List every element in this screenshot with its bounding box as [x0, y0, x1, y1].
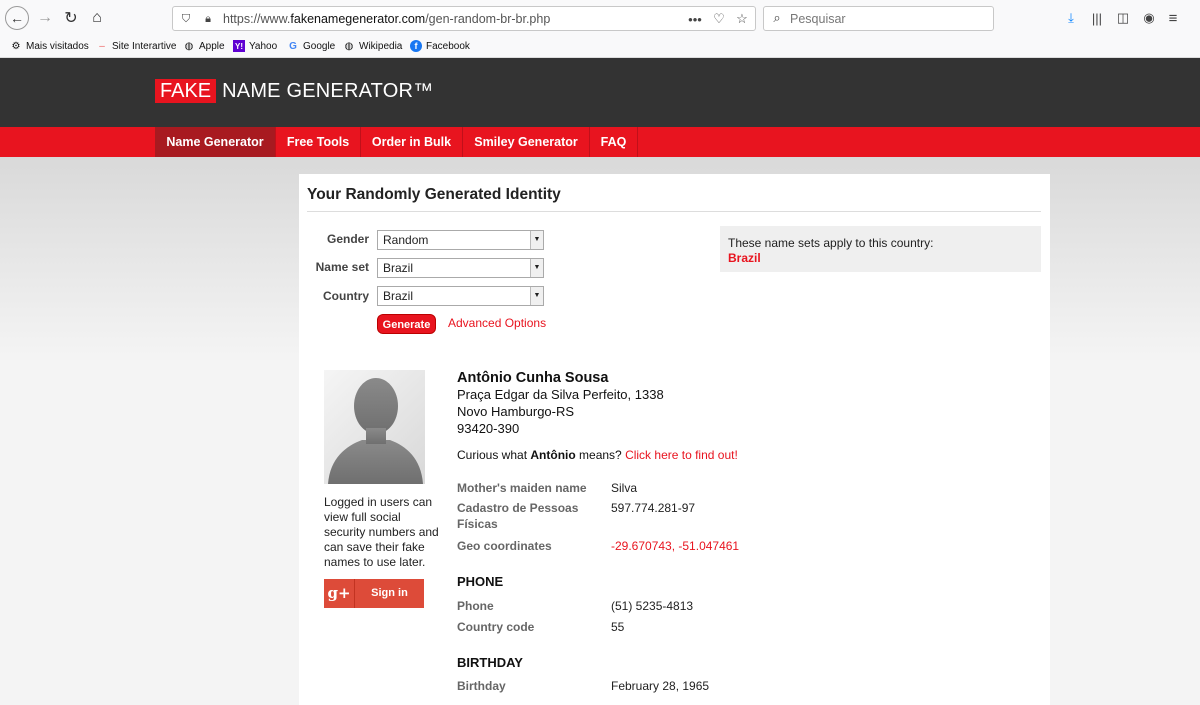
back-button[interactable]: ←	[5, 6, 29, 30]
country-code-label: Country code	[457, 620, 535, 634]
page-title: Your Randomly Generated Identity	[307, 186, 561, 203]
forward-button[interactable]: →	[33, 6, 57, 30]
chevron-down-icon: ▼	[530, 231, 543, 249]
bookmark-yahoo[interactable]: Y! Yahoo	[233, 40, 277, 52]
signin-label: Sign in	[371, 587, 408, 599]
login-note: Logged in users can view full social sec…	[324, 495, 439, 569]
bookmark-site-interartive[interactable]: – Site Interartive	[96, 40, 176, 52]
address-line-2: Novo Hamburgo-RS	[457, 404, 575, 419]
nav-free-tools[interactable]: Free Tools	[276, 127, 361, 157]
name-meaning-text: Curious what Antônio means? Click here t…	[457, 448, 738, 462]
nav-name-generator[interactable]: Name Generator	[155, 127, 276, 157]
reload-button[interactable]: ↻	[59, 6, 83, 30]
country-select[interactable]: Brazil ▼	[377, 286, 544, 306]
gender-select[interactable]: Random ▼	[377, 230, 544, 250]
arrow-right-icon: →	[37, 9, 53, 26]
nav-order-in-bulk[interactable]: Order in Bulk	[361, 127, 463, 157]
address-line-1: Praça Edgar da Silva Perfeito, 1338	[457, 387, 664, 402]
google-plus-icon: g+	[324, 579, 355, 608]
name-meaning-link[interactable]: Click here to find out!	[625, 448, 738, 462]
facebook-icon: f	[410, 40, 422, 52]
bookmarks-bar: ⚙ Mais visitados – Site Interartive ◍ Apple…	[0, 36, 1200, 58]
download-icon[interactable]: ⤓	[1063, 10, 1079, 26]
bookmark-google[interactable]: G Google	[287, 40, 335, 52]
geo-coordinates-link[interactable]: -29.670743, -51.047461	[611, 539, 739, 553]
bookmark-facebook[interactable]: f Facebook	[410, 40, 470, 52]
search-icon: ⌕	[773, 10, 781, 25]
menu-icon[interactable]: ≡	[1165, 10, 1181, 27]
google-icon: G	[289, 40, 297, 52]
globe-icon: ◍	[184, 40, 194, 52]
generate-button[interactable]: Generate	[377, 314, 436, 334]
pocket-icon[interactable]: ♡	[711, 11, 727, 27]
bookmark-apple[interactable]: ◍ Apple	[183, 40, 225, 52]
address-line-3: 93420-390	[457, 421, 520, 436]
detail-label: Mother's maiden name	[457, 481, 587, 495]
detail-value: Silva	[611, 481, 638, 495]
library-icon[interactable]: |||	[1089, 10, 1105, 26]
phone-heading: PHONE	[457, 574, 504, 589]
search-bar[interactable]: ⌕ Pesquisar	[763, 6, 994, 31]
shield-icon: ⛉	[181, 12, 191, 25]
person-name: Antônio Cunha Sousa	[457, 370, 609, 386]
detail-value: 597.774.281-97	[611, 501, 696, 515]
detail-label: Cadastro de Pessoas Físicas	[457, 501, 579, 531]
bookmark-wikipedia[interactable]: ◍ Wikipedia	[343, 40, 403, 52]
more-icon[interactable]: •••	[687, 11, 703, 27]
nameset-info-box: These name sets apply to this country: B…	[720, 226, 1041, 272]
nameset-note: These name sets apply to this country:	[728, 236, 934, 250]
nameset-select[interactable]: Brazil ▼	[377, 258, 544, 278]
dash-icon: –	[99, 40, 105, 52]
chevron-down-icon: ▼	[530, 287, 543, 305]
sidebar-icon[interactable]: ◫	[1115, 10, 1131, 26]
content-card: Your Randomly Generated Identity Gender …	[299, 174, 1050, 705]
site-header: FAKE NAME GENERATOR™	[0, 58, 1200, 127]
avatar	[324, 370, 425, 484]
birthday-heading: BIRTHDAY	[457, 655, 523, 670]
star-icon[interactable]: ☆	[734, 11, 750, 27]
url-text: https://www.fakenamegenerator.com/gen-ra…	[223, 12, 551, 26]
chevron-down-icon: ▼	[530, 259, 543, 277]
phone-value: (51) 5235-4813	[611, 599, 694, 613]
person-silhouette-icon	[328, 378, 423, 484]
lock-icon: 🔒︎	[205, 12, 211, 25]
browser-toolbar: ← → ↻ ⌂ ⛉ 🔒︎ https://www.fakenamegenerat…	[0, 0, 1200, 36]
yahoo-icon: Y!	[233, 40, 245, 52]
home-button[interactable]: ⌂	[85, 6, 109, 30]
divider	[307, 211, 1041, 212]
google-signin-button[interactable]: g+ Sign in	[324, 579, 424, 608]
country-code-value: 55	[611, 620, 625, 634]
advanced-options-link[interactable]: Advanced Options	[448, 316, 546, 330]
phone-label: Phone	[457, 599, 494, 613]
bookmark-most-visited[interactable]: ⚙ Mais visitados	[10, 40, 89, 52]
arrow-left-icon: ←	[10, 10, 24, 26]
nav-faq[interactable]: FAQ	[590, 127, 638, 157]
main-nav: Name Generator Free Tools Order in Bulk …	[0, 127, 1200, 157]
birthday-value: February 28, 1965	[611, 679, 710, 693]
nameset-label: Name set	[315, 260, 369, 274]
detail-label: Geo coordinates	[457, 539, 552, 553]
home-icon: ⌂	[92, 9, 102, 26]
gear-icon: ⚙	[11, 40, 21, 52]
url-bar[interactable]: ⛉ 🔒︎ https://www.fakenamegenerator.com/g…	[172, 6, 756, 31]
gender-label: Gender	[326, 232, 369, 246]
country-label: Country	[323, 289, 369, 303]
globe-icon: ◍	[344, 40, 354, 52]
reload-icon: ↻	[64, 10, 78, 27]
site-logo[interactable]: FAKE NAME GENERATOR™	[155, 79, 433, 103]
nav-smiley-generator[interactable]: Smiley Generator	[463, 127, 590, 157]
nameset-country-link[interactable]: Brazil	[728, 251, 761, 265]
account-icon[interactable]: ◉	[1141, 10, 1157, 26]
search-placeholder: Pesquisar	[790, 12, 846, 26]
birthday-label: Birthday	[457, 679, 506, 693]
